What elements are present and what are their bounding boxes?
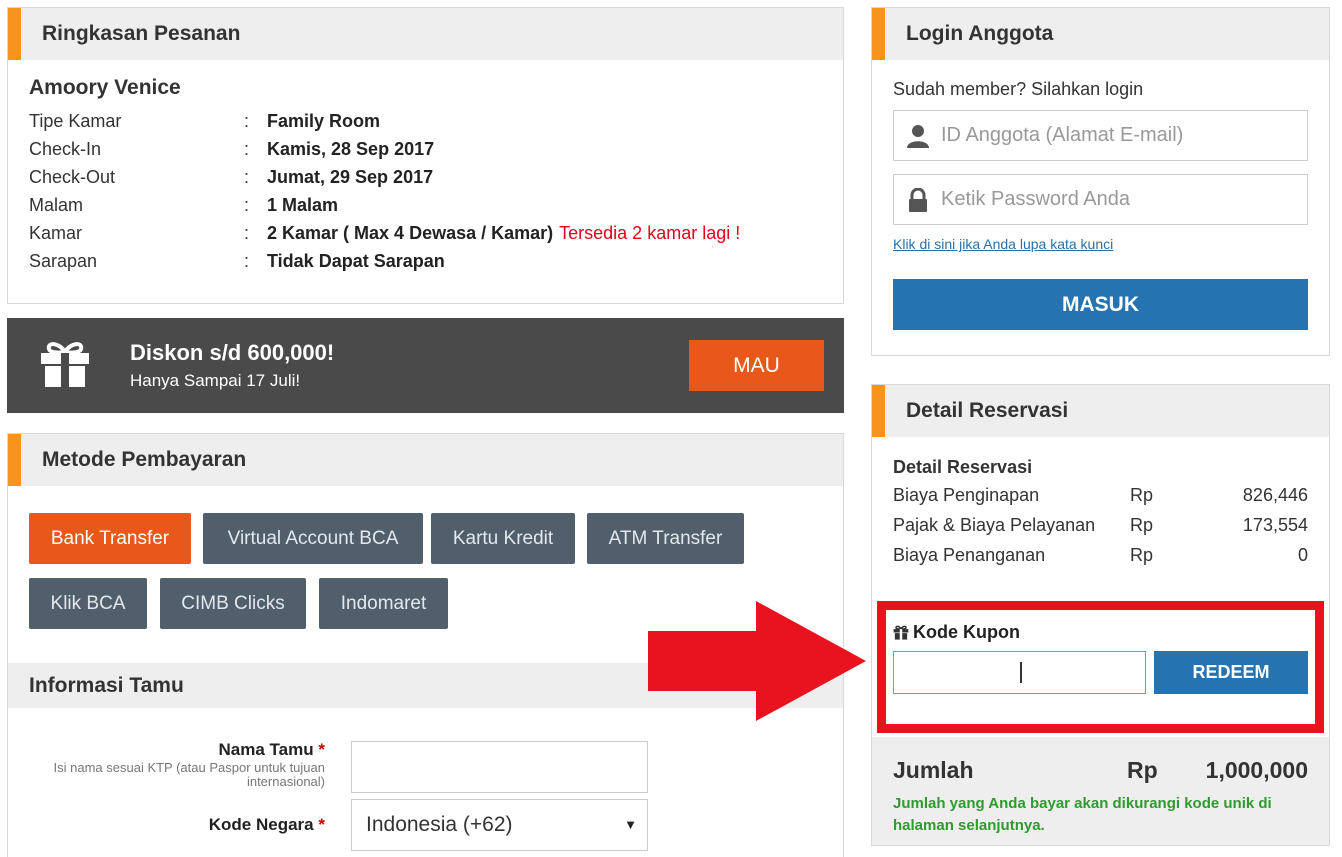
price-label: Biaya Penginapan [893, 485, 1040, 505]
summary-value: 1 Malam [267, 195, 339, 215]
method-bank-transfer-button[interactable]: Bank Transfer [29, 513, 191, 564]
summary-colon: : [244, 195, 250, 215]
guest-name-label: Nama Tamu * [219, 740, 325, 760]
discount-promo-banner: Diskon s/d 600,000! Hanya Sampai 17 Juli… [7, 318, 844, 413]
method-indomaret-button[interactable]: Indomaret [319, 578, 448, 629]
summary-row-breakfast: Sarapan : Tidak Dapat Sarapan [29, 251, 445, 275]
summary-row-nights: Malam : 1 Malam [29, 195, 338, 219]
red-arrow-annotation [648, 601, 866, 721]
summary-value: Tidak Dapat Sarapan [267, 251, 445, 271]
summary-colon: : [244, 223, 250, 243]
method-virtual-account-bca-button[interactable]: Virtual Account BCA [203, 513, 423, 564]
coupon-highlight-box [877, 601, 1324, 733]
price-value: 0 [1297, 545, 1308, 565]
summary-row-rooms: Kamar : 2 Kamar ( Max 4 Dewasa / Kamar) … [29, 223, 740, 247]
country-code-label-text: Kode Negara [208, 815, 314, 834]
order-summary-title: Ringkasan Pesanan [42, 22, 241, 45]
price-row-lodging: Biaya Penginapan Rp 826,446 [893, 485, 1308, 509]
order-summary-header: Ringkasan Pesanan [8, 8, 843, 60]
summary-row-room-type: Tipe Kamar : Family Room [29, 111, 380, 135]
member-id-input[interactable]: ID Anggota (Alamat E-mail) [893, 110, 1308, 161]
total-value: 1,000,000 [1205, 757, 1308, 783]
method-atm-transfer-button[interactable]: ATM Transfer [587, 513, 744, 564]
method-credit-card-button[interactable]: Kartu Kredit [431, 513, 575, 564]
summary-value: Family Room [267, 111, 381, 131]
rooms-availability-warning: Tersedia 2 kamar lagi ! [559, 223, 741, 243]
header-accent [8, 434, 21, 486]
method-cimb-clicks-button[interactable]: CIMB Clicks [160, 578, 306, 629]
header-accent [872, 385, 885, 437]
required-mark: * [318, 815, 325, 834]
promo-subtitle: Hanya Sampai 17 Juli! [130, 371, 301, 390]
summary-value: 2 Kamar ( Max 4 Dewasa / Kamar) [267, 223, 554, 243]
country-code-select[interactable]: Indonesia (+62) ▼ [351, 799, 648, 851]
summary-label: Kamar [29, 223, 83, 243]
payment-method-header: Metode Pembayaran [8, 434, 843, 486]
summary-colon: : [244, 167, 250, 187]
summary-label: Tipe Kamar [29, 111, 122, 131]
guest-name-hint: Isi nama sesuai KTP (atau Paspor untuk t… [53, 760, 325, 789]
summary-value: Jumat, 29 Sep 2017 [267, 167, 434, 187]
summary-colon: : [244, 111, 250, 131]
total-note: Jumlah yang Anda bayar akan dikurangi ko… [893, 795, 1272, 834]
forgot-password-link[interactable]: Klik di sini jika Anda lupa kata kunci [893, 236, 1113, 252]
claim-discount-button[interactable]: MAU [689, 340, 824, 391]
reservation-subtitle: Detail Reservasi [893, 457, 1033, 477]
price-label: Pajak & Biaya Pelayanan [893, 515, 1096, 535]
summary-label: Malam [29, 195, 84, 215]
price-row-handling: Biaya Penanganan Rp 0 [893, 545, 1308, 569]
price-currency: Rp [1130, 515, 1154, 535]
hotel-name: Amoory Venice [29, 76, 181, 99]
price-currency: Rp [1130, 485, 1154, 505]
summary-label: Check-In [29, 139, 102, 159]
promo-title: Diskon s/d 600,000! [130, 340, 335, 365]
summary-value: Kamis, 28 Sep 2017 [267, 139, 435, 159]
price-row-tax: Pajak & Biaya Pelayanan Rp 173,554 [893, 515, 1308, 539]
lock-icon [894, 187, 941, 212]
total-currency: Rp [1127, 757, 1158, 783]
summary-colon: : [244, 139, 250, 159]
summary-row-check-in: Check-In : Kamis, 28 Sep 2017 [29, 139, 434, 163]
total-label: Jumlah [893, 757, 974, 783]
reservation-detail-header: Detail Reservasi [872, 385, 1329, 437]
order-summary-panel: Ringkasan Pesanan Amoory Venice Tipe Kam… [7, 7, 844, 304]
gift-icon [41, 342, 89, 387]
method-klik-bca-button[interactable]: Klik BCA [29, 578, 147, 629]
member-login-header: Login Anggota [872, 8, 1329, 60]
login-intro-text: Sudah member? Silahkan login [893, 79, 1144, 99]
chevron-down-icon: ▼ [624, 817, 637, 832]
price-label: Biaya Penanganan [893, 545, 1046, 565]
guest-info-title: Informasi Tamu [29, 673, 184, 697]
required-mark: * [318, 740, 325, 759]
header-accent [8, 8, 21, 60]
member-id-placeholder: ID Anggota (Alamat E-mail) [941, 124, 1184, 146]
member-login-title: Login Anggota [906, 22, 1054, 45]
summary-label: Sarapan [29, 251, 98, 271]
guest-name-input[interactable] [351, 741, 648, 793]
login-submit-button[interactable]: MASUK [893, 279, 1308, 330]
price-currency: Rp [1130, 545, 1154, 565]
country-code-value: Indonesia (+62) [366, 813, 513, 836]
summary-label: Check-Out [29, 167, 116, 187]
user-icon [894, 124, 941, 148]
reservation-detail-title: Detail Reservasi [906, 399, 1069, 422]
price-value: 826,446 [1242, 485, 1308, 505]
payment-method-title: Metode Pembayaran [42, 448, 247, 471]
country-code-label: Kode Negara * [209, 815, 325, 835]
header-accent [872, 8, 885, 60]
guest-name-label-text: Nama Tamu [218, 740, 314, 759]
summary-row-check-out: Check-Out : Jumat, 29 Sep 2017 [29, 167, 433, 191]
password-input[interactable]: Ketik Password Anda [893, 174, 1308, 225]
password-placeholder: Ketik Password Anda [941, 188, 1130, 210]
member-login-panel: Login Anggota Sudah member? Silahkan log… [871, 7, 1330, 356]
total-section: Jumlah Rp 1,000,000 Jumlah yang Anda bay… [872, 737, 1329, 845]
summary-colon: : [244, 251, 250, 271]
price-value: 173,554 [1242, 515, 1308, 535]
